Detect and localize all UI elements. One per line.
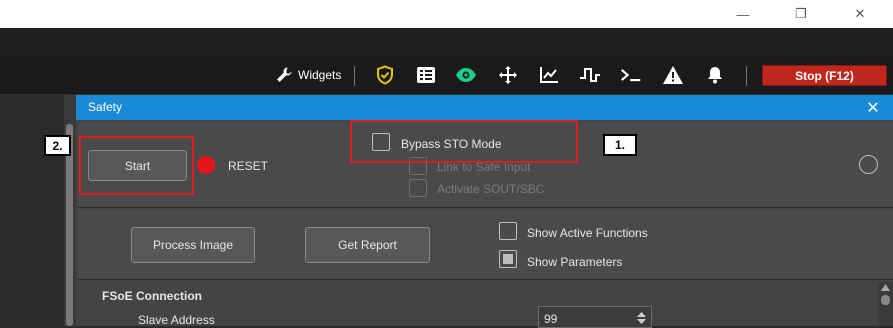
move-arrows-icon[interactable] <box>497 64 519 86</box>
widgets-label: Widgets <box>298 68 342 82</box>
status-circle-indicator <box>859 155 878 174</box>
slave-address-spinbox[interactable]: 99 <box>538 306 652 328</box>
chart-icon[interactable] <box>538 64 560 86</box>
dialog-scrollbar-thumb[interactable] <box>881 295 890 305</box>
highlight-box-bypass <box>350 120 578 163</box>
show-active-functions-label: Show Active Functions <box>527 226 648 240</box>
show-active-functions-checkbox[interactable] <box>499 222 517 240</box>
spin-arrows-icon[interactable] <box>637 312 646 324</box>
activate-sout-label: Activate SOUT/SBC <box>437 182 545 196</box>
widgets-button[interactable]: Widgets <box>275 64 341 86</box>
highlight-box-start <box>79 136 194 195</box>
warning-icon[interactable] <box>662 64 684 86</box>
left-panel <box>0 95 64 326</box>
main-toolbar <box>0 55 893 95</box>
fsoe-connection-header: FSoE Connection <box>102 289 202 303</box>
reset-label: RESET <box>228 159 269 173</box>
activate-sout-checkbox[interactable] <box>409 179 427 197</box>
slave-address-label: Slave Address <box>138 313 215 327</box>
dialog-title: Safety <box>76 95 893 120</box>
process-image-button[interactable]: Process Image <box>131 227 255 263</box>
terminal-icon[interactable] <box>620 64 642 86</box>
dialog-scrollbar[interactable] <box>878 282 893 326</box>
signal-pulse-icon[interactable] <box>579 64 601 86</box>
scroll-up-icon[interactable] <box>881 284 890 291</box>
minimize-button[interactable]: — <box>720 0 766 28</box>
bell-icon[interactable] <box>704 64 726 86</box>
callout-2: 2. <box>44 135 71 156</box>
menu-bar <box>0 28 893 55</box>
get-report-button[interactable]: Get Report <box>305 227 430 263</box>
close-window-button[interactable]: ✕ <box>837 0 883 28</box>
wrench-icon <box>277 67 292 82</box>
dialog-close-icon[interactable]: ✕ <box>860 95 886 120</box>
eye-icon[interactable] <box>455 64 477 86</box>
maximize-button[interactable]: ❐ <box>778 0 824 28</box>
toolbar-divider-2 <box>746 66 747 86</box>
show-parameters-checkbox[interactable] <box>499 250 517 268</box>
show-parameters-label: Show Parameters <box>527 255 623 269</box>
callout-1: 1. <box>603 134 637 156</box>
stop-button[interactable]: Stop (F12) <box>762 65 887 86</box>
slave-address-value: 99 <box>544 312 558 326</box>
reset-status-indicator <box>197 156 215 174</box>
register-list-icon[interactable] <box>415 64 437 86</box>
toolbar-divider <box>354 66 355 86</box>
safety-shield-icon[interactable] <box>374 64 396 86</box>
